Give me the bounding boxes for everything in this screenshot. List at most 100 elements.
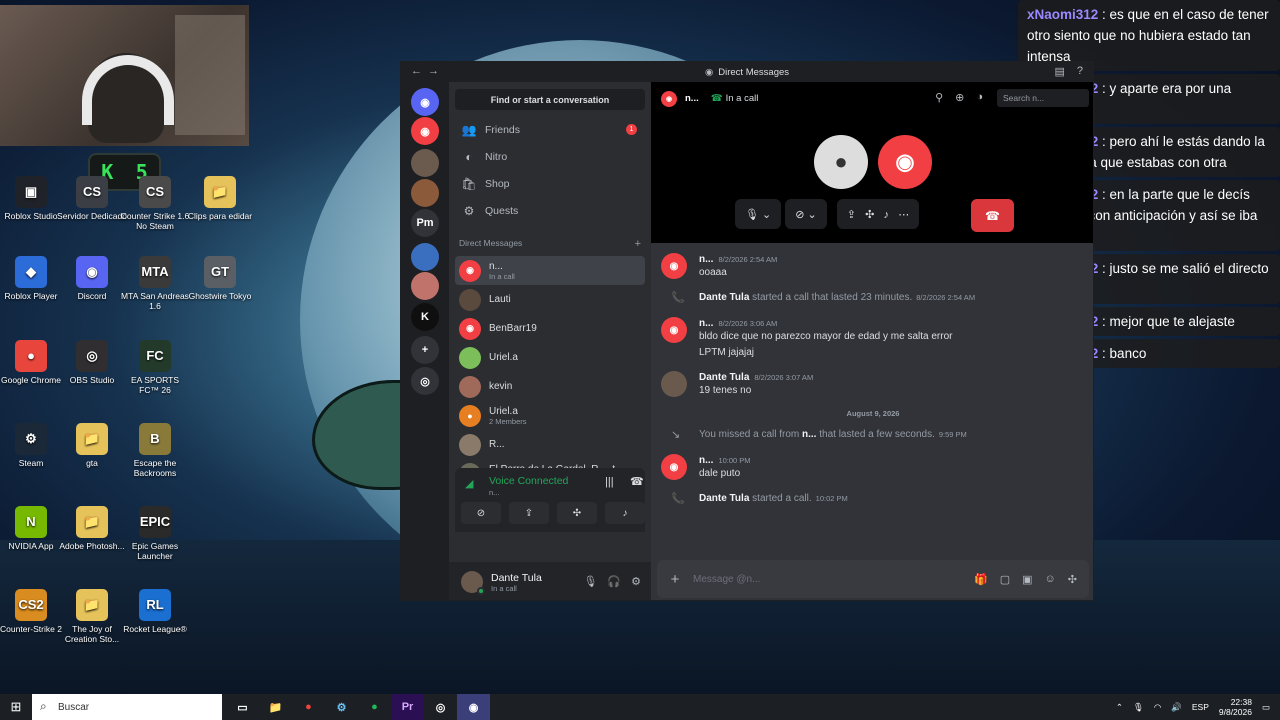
server-icon[interactable]: ◉ xyxy=(411,117,439,145)
nav-shop[interactable]: 🛍 Shop xyxy=(455,170,645,197)
sticker-icon[interactable]: ▣ xyxy=(1022,573,1032,586)
server-icon[interactable]: + xyxy=(411,336,439,364)
nav-nitro[interactable]: ◐ Nitro xyxy=(455,143,645,170)
hang-up-button[interactable]: ☎ xyxy=(971,199,1014,232)
desktop-icon[interactable]: CS Counter Strike 1.6 No Steam xyxy=(120,176,190,231)
avatar[interactable] xyxy=(461,571,485,595)
inbox-icon[interactable]: ▤ xyxy=(1054,65,1064,78)
search-input[interactable]: Search n... xyxy=(997,89,1089,107)
attach-icon[interactable]: + xyxy=(657,571,693,588)
server-icon[interactable] xyxy=(411,272,439,300)
app-icon: ◎ xyxy=(76,340,108,372)
disconnect-icon[interactable]: ☎ xyxy=(630,475,644,488)
server-icon[interactable] xyxy=(411,149,439,177)
desktop-icon[interactable]: 📁 Adobe Photosh... xyxy=(57,506,127,551)
desktop-icon[interactable]: MTA MTA San Andreas 1.6 xyxy=(120,256,190,311)
microphone-icon[interactable]: 🎙 xyxy=(583,575,597,588)
avatar[interactable]: ◉ xyxy=(661,317,687,343)
volume-icon[interactable]: 🔊 xyxy=(1171,702,1182,713)
video-button[interactable]: ⊘ ⌄ xyxy=(785,199,827,229)
soundboard-button[interactable]: ♪ xyxy=(605,502,645,524)
desktop-icon[interactable]: FC EA SPORTS FC™ 26 xyxy=(120,340,190,395)
message-author[interactable]: n... xyxy=(699,318,713,329)
network-icon[interactable]: ◠ xyxy=(1154,702,1161,713)
dm-item[interactable]: ◉ n... In a call xyxy=(455,256,645,285)
system-actor[interactable]: Dante Tula xyxy=(699,493,749,504)
voice-channel[interactable]: n... xyxy=(489,488,499,497)
participant-avatar[interactable]: ◉ xyxy=(878,135,932,189)
desktop-icon[interactable]: EPIC Epic Games Launcher xyxy=(120,506,190,561)
add-dm-icon[interactable]: + xyxy=(635,238,641,250)
system-actor[interactable]: Dante Tula xyxy=(699,292,749,303)
avatar[interactable] xyxy=(661,371,687,397)
desktop-icon[interactable]: B Escape the Backrooms xyxy=(120,423,190,478)
taskbar-app[interactable]: ● xyxy=(358,694,391,720)
gif-icon[interactable]: ▢ xyxy=(1000,573,1010,586)
taskbar-app[interactable]: Pr xyxy=(391,694,424,720)
taskbar-app[interactable]: ◎ xyxy=(424,694,457,720)
server-icon[interactable]: K xyxy=(411,303,439,331)
noise-suppression-icon[interactable]: ||| xyxy=(605,476,614,488)
taskbar-search[interactable]: ⌕ Buscar xyxy=(32,694,222,720)
dm-item[interactable]: kevin xyxy=(455,372,645,401)
desktop-icon[interactable]: ◉ Discord xyxy=(57,256,127,301)
apps-icon[interactable]: ✣ xyxy=(1068,573,1077,586)
profile-icon[interactable]: ◑ xyxy=(976,91,983,104)
find-conversation-button[interactable]: Find or start a conversation xyxy=(455,89,645,110)
nav-quests[interactable]: ⚙ Quests xyxy=(455,197,645,224)
notifications-icon[interactable]: ▭ xyxy=(1262,702,1270,713)
mute-button[interactable]: 🎙 ⌄ xyxy=(735,199,782,229)
dm-item[interactable]: R... xyxy=(455,430,645,459)
mic-tray-icon[interactable]: 🎙 xyxy=(1133,702,1144,713)
share-button[interactable]: ⇪ ✣ ♪ ⋯ xyxy=(836,199,920,229)
gift-icon[interactable]: 🎁 xyxy=(974,573,988,586)
message-author[interactable]: n... xyxy=(699,455,713,466)
message-author[interactable]: n... xyxy=(699,254,713,265)
language-indicator[interactable]: ESP xyxy=(1192,702,1209,712)
dm-item[interactable]: ● Uriel.a 2 Members xyxy=(455,401,645,430)
message-input[interactable]: Message @n... xyxy=(693,574,974,585)
desktop-icon[interactable]: CS Servidor Dedicado xyxy=(57,176,127,221)
server-icon[interactable]: ◎ xyxy=(411,367,439,395)
share-screen-button[interactable]: ⇪ xyxy=(509,502,549,524)
pin-icon[interactable]: ⚲ xyxy=(935,91,943,104)
desktop-icon[interactable]: 📁 gta xyxy=(57,423,127,468)
settings-gear-icon[interactable]: ⚙ xyxy=(631,575,641,588)
taskbar-app[interactable]: ● xyxy=(292,694,325,720)
dm-item[interactable]: ◉ BenBarr19 xyxy=(455,314,645,343)
nav-friends[interactable]: 👥 Friends 1 xyxy=(455,116,645,143)
help-icon[interactable]: ? xyxy=(1077,65,1083,78)
server-icon[interactable]: Pm xyxy=(411,209,439,237)
system-actor[interactable]: n... xyxy=(802,429,816,440)
app-icon: N xyxy=(15,506,47,538)
taskbar-app[interactable]: ▭ xyxy=(226,694,259,720)
server-icon[interactable] xyxy=(411,179,439,207)
desktop-icon[interactable]: 📁 The Joy of Creation Sto... xyxy=(57,589,127,644)
chevron-up-icon[interactable]: ⌃ xyxy=(1116,702,1123,713)
avatar[interactable]: ◉ xyxy=(661,253,687,279)
dm-item[interactable]: Uriel.a xyxy=(455,343,645,372)
camera-off-button[interactable]: ⊘ xyxy=(461,502,501,524)
message-author[interactable]: Dante Tula xyxy=(699,372,749,383)
taskbar-app[interactable]: ⚙ xyxy=(325,694,358,720)
server-icon[interactable]: ◉ xyxy=(411,88,439,116)
desktop-icon[interactable]: 📁 Clips para edidar xyxy=(185,176,255,221)
dm-item[interactable]: Lauti xyxy=(455,285,645,314)
add-friend-icon[interactable]: ⊕ xyxy=(955,91,964,104)
taskbar-app[interactable]: ◉ xyxy=(457,694,490,720)
desktop-icon[interactable]: ◎ OBS Studio xyxy=(57,340,127,385)
clock[interactable]: 22:38 9/8/2026 xyxy=(1219,697,1252,717)
participant-avatar[interactable]: ● xyxy=(814,135,868,189)
emoji-icon[interactable]: ☺ xyxy=(1045,573,1056,586)
avatar: ◉ xyxy=(459,259,481,282)
headphones-icon[interactable]: 🎧 xyxy=(607,575,621,588)
desktop-icon[interactable]: RL Rocket League® xyxy=(120,589,190,634)
taskbar-app[interactable]: 📁 xyxy=(259,694,292,720)
nav-arrows[interactable]: ←→ xyxy=(411,65,445,77)
desktop-icon[interactable]: GT Ghostwire Tokyo xyxy=(185,256,255,301)
avatar[interactable]: ◉ xyxy=(661,454,687,480)
message-composer[interactable]: + Message @n... 🎁 ▢ ▣ ☺ ✣ xyxy=(657,560,1089,598)
windows-start-icon[interactable]: ⊞ xyxy=(0,699,32,715)
server-icon[interactable] xyxy=(411,243,439,271)
activities-button[interactable]: ✣ xyxy=(557,502,597,524)
